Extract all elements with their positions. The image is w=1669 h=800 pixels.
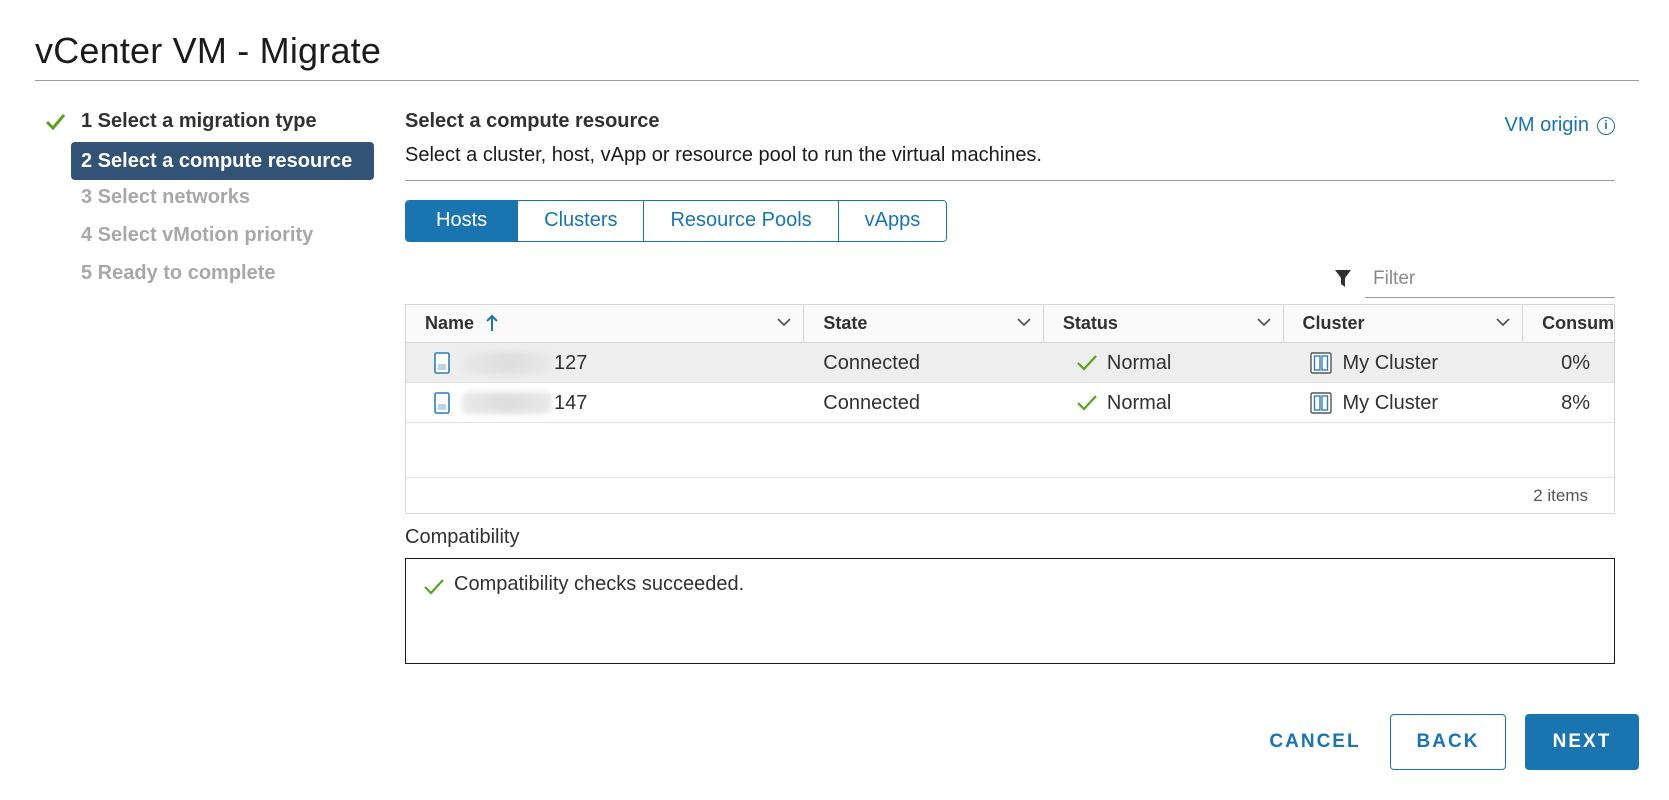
column-label: Cluster bbox=[1302, 313, 1365, 333]
table-item-count: 2 items bbox=[406, 477, 1614, 513]
vm-origin-link[interactable]: VM origin i bbox=[1505, 114, 1615, 137]
host-name-suffix: 147 bbox=[554, 391, 588, 414]
section-description: Select a cluster, host, vApp or resource… bbox=[405, 144, 1042, 166]
next-button[interactable]: NEXT bbox=[1525, 714, 1639, 770]
host-cluster-cell: My Cluster bbox=[1283, 383, 1523, 422]
cluster-icon bbox=[1310, 391, 1333, 414]
hosts-table: Name State Status Cluster Consum 127 Con… bbox=[405, 304, 1615, 514]
chevron-down-icon[interactable] bbox=[1256, 317, 1271, 327]
section-divider bbox=[405, 180, 1615, 181]
host-status-cell: Normal bbox=[1044, 343, 1284, 382]
host-name-cell: 127 bbox=[406, 343, 804, 382]
back-button[interactable]: BACK bbox=[1390, 714, 1506, 770]
column-header-status[interactable]: Status bbox=[1044, 305, 1284, 342]
host-server-icon bbox=[434, 351, 450, 374]
host-cluster: My Cluster bbox=[1342, 391, 1439, 414]
title-divider bbox=[35, 80, 1639, 81]
step-select-networks[interactable]: 3 Select networks bbox=[45, 178, 375, 216]
check-icon bbox=[1077, 354, 1097, 371]
step-select-vmotion-priority[interactable]: 4 Select vMotion priority bbox=[45, 216, 375, 254]
column-label: State bbox=[823, 313, 868, 333]
step-label: 1 Select a migration type bbox=[81, 110, 317, 132]
host-cluster-cell: My Cluster bbox=[1283, 343, 1523, 382]
compatibility-panel: Compatibility checks succeeded. bbox=[405, 558, 1615, 664]
cancel-button[interactable]: CANCEL bbox=[1250, 714, 1380, 770]
sort-ascending-icon[interactable] bbox=[485, 314, 499, 332]
host-server-icon bbox=[434, 391, 450, 414]
step-ready-to-complete[interactable]: 5 Ready to complete bbox=[45, 254, 375, 292]
chevron-down-icon[interactable] bbox=[777, 317, 791, 327]
step-label: 2 Select a compute resource bbox=[81, 150, 353, 172]
step-label: 4 Select vMotion priority bbox=[81, 224, 314, 246]
compatibility-message: Compatibility checks succeeded. bbox=[454, 573, 745, 595]
step-select-compute-resource[interactable]: 2 Select a compute resource bbox=[45, 140, 375, 180]
column-header-name[interactable]: Name bbox=[406, 305, 805, 342]
section-title: Select a compute resource bbox=[405, 110, 660, 132]
host-cluster: My Cluster bbox=[1342, 351, 1439, 374]
info-icon[interactable]: i bbox=[1597, 116, 1615, 135]
host-consumed: 0% bbox=[1561, 352, 1590, 374]
column-header-cluster[interactable]: Cluster bbox=[1284, 305, 1524, 342]
table-header: Name State Status Cluster Consum bbox=[406, 305, 1614, 343]
check-icon bbox=[1077, 394, 1097, 411]
check-icon bbox=[45, 114, 66, 131]
host-state: Connected bbox=[823, 392, 921, 414]
compatibility-label: Compatibility bbox=[405, 526, 520, 548]
chevron-down-icon[interactable] bbox=[1496, 317, 1510, 327]
tab-hosts[interactable]: Hosts bbox=[406, 201, 519, 241]
filter-icon bbox=[1335, 270, 1351, 287]
tab-clusters[interactable]: Clusters bbox=[518, 201, 645, 241]
column-label: Name bbox=[425, 313, 475, 333]
dialog-title: vCenter VM - Migrate bbox=[35, 30, 382, 71]
vm-origin-label: VM origin bbox=[1504, 114, 1589, 136]
resource-type-tabs: Hosts Clusters Resource Pools vApps bbox=[405, 200, 948, 242]
tab-vapps[interactable]: vApps bbox=[838, 201, 947, 241]
table-row[interactable]: 147 Connected Normal My Cluster 8% bbox=[406, 383, 1614, 423]
host-consumed: 8% bbox=[1561, 392, 1590, 414]
host-status: Normal bbox=[1106, 391, 1172, 414]
chevron-down-icon[interactable] bbox=[1017, 317, 1031, 327]
redacted-host-name bbox=[462, 351, 552, 374]
column-header-consumed[interactable]: Consum bbox=[1523, 305, 1614, 342]
host-status-cell: Normal bbox=[1044, 383, 1284, 422]
filter-field bbox=[1335, 260, 1615, 298]
step-label: 3 Select networks bbox=[81, 186, 250, 208]
column-label: Consum bbox=[1542, 313, 1615, 333]
wizard-steps: 1 Select a migration type 2 Select a com… bbox=[45, 102, 375, 292]
step-label: 5 Ready to complete bbox=[81, 262, 276, 284]
step-select-migration-type[interactable]: 1 Select a migration type bbox=[45, 102, 375, 140]
column-label: Status bbox=[1062, 313, 1118, 333]
table-row[interactable]: 127 Connected Normal My Cluster 0% bbox=[406, 343, 1614, 383]
tab-resource-pools[interactable]: Resource Pools bbox=[644, 201, 839, 241]
host-name-cell: 147 bbox=[406, 383, 804, 422]
check-icon bbox=[424, 579, 444, 595]
host-name-suffix: 127 bbox=[554, 351, 588, 374]
host-state: Connected bbox=[823, 352, 921, 374]
column-header-state[interactable]: State bbox=[804, 305, 1044, 342]
filter-input[interactable] bbox=[1365, 267, 1615, 290]
cluster-icon bbox=[1310, 351, 1333, 374]
redacted-host-name bbox=[462, 391, 552, 414]
host-status: Normal bbox=[1106, 351, 1172, 374]
